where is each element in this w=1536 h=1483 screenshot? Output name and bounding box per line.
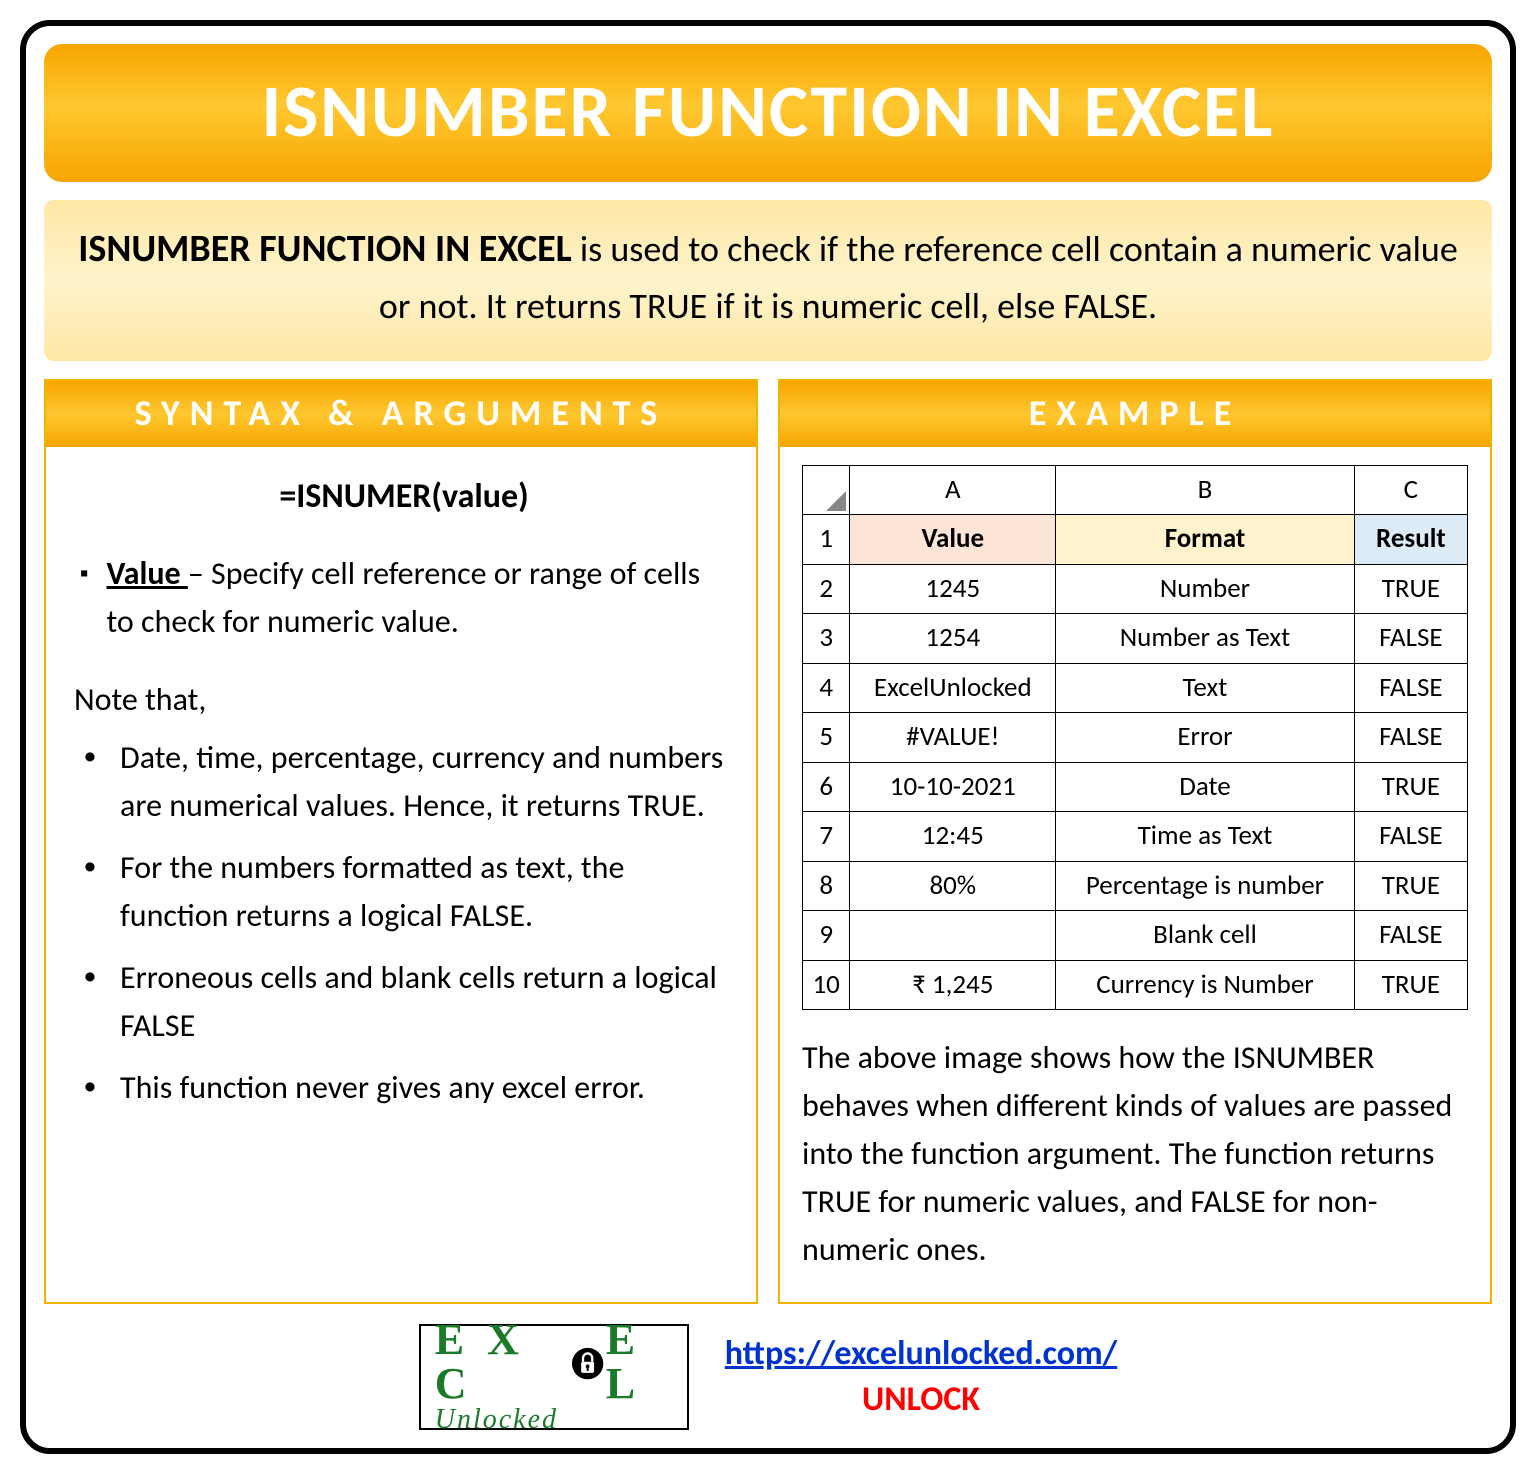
lock-icon — [571, 1344, 604, 1380]
cell: TRUE — [1354, 861, 1467, 911]
list-item: • Date, time, percentage, currency and nu… — [80, 734, 728, 830]
select-all-corner — [803, 465, 850, 515]
syntax-header: SYNTAX & ARGUMENTS — [46, 381, 756, 447]
cell: 10-10-2021 — [850, 762, 1056, 812]
cell-header-format: Format — [1056, 515, 1355, 565]
table-row: 9 Blank cell FALSE — [803, 911, 1468, 961]
row-header: 8 — [803, 861, 850, 911]
note-text: For the numbers formatted as text, the f… — [120, 844, 728, 940]
row-header: 3 — [803, 614, 850, 664]
col-header-c: C — [1354, 465, 1467, 515]
page-title: ISNUMBER FUNCTION IN EXCEL — [54, 66, 1482, 156]
cell: ₹ 1,245 — [850, 960, 1056, 1010]
cell-header-value: Value — [850, 515, 1056, 565]
table-row: 7 12:45 Time as Text FALSE — [803, 812, 1468, 862]
syntax-body: =ISNUMER(value) ▪ Value – Specify cell r… — [46, 447, 756, 1154]
note-text: Date, time, percentage, currency and num… — [120, 734, 728, 830]
syntax-formula: =ISNUMER(value) — [80, 471, 728, 522]
intro-bold: ISNUMBER FUNCTION IN EXCEL — [78, 226, 571, 272]
unlock-text: UNLOCK — [725, 1377, 1118, 1423]
cell — [850, 911, 1056, 961]
table-row: 6 10-10-2021 Date TRUE — [803, 762, 1468, 812]
row-header: 6 — [803, 762, 850, 812]
argument-text: Value – Specify cell reference or range … — [107, 550, 729, 646]
website-link[interactable]: https://excelunlocked.com/ — [725, 1333, 1118, 1374]
argument-name: Value — [107, 554, 188, 593]
cell: Currency is Number — [1056, 960, 1355, 1010]
cell: Error — [1056, 713, 1355, 763]
title-banner: ISNUMBER FUNCTION IN EXCEL — [44, 44, 1492, 182]
cell: 80% — [850, 861, 1056, 911]
cell: Time as Text — [1056, 812, 1355, 862]
table-row: A B C — [803, 465, 1468, 515]
cell-header-result: Result — [1354, 515, 1467, 565]
row-header: 4 — [803, 663, 850, 713]
table-row: 4 ExcelUnlocked Text FALSE — [803, 663, 1468, 713]
table-row: 8 80% Percentage is number TRUE — [803, 861, 1468, 911]
cell: FALSE — [1354, 614, 1467, 664]
example-description: The above image shows how the ISNUMBER b… — [802, 1034, 1468, 1274]
intro-banner: ISNUMBER FUNCTION IN EXCEL is used to ch… — [44, 200, 1492, 361]
table-row: 3 1254 Number as Text FALSE — [803, 614, 1468, 664]
cell: 12:45 — [850, 812, 1056, 862]
cell: FALSE — [1354, 812, 1467, 862]
footer-links: https://excelunlocked.com/ UNLOCK — [725, 1331, 1118, 1423]
bullet-dot-icon: • — [80, 844, 100, 881]
cell: 1245 — [850, 564, 1056, 614]
col-header-a: A — [850, 465, 1056, 515]
cell: Percentage is number — [1056, 861, 1355, 911]
bullet-dot-icon: • — [80, 734, 100, 771]
bullet-dot-icon: • — [80, 1064, 100, 1101]
cell: Text — [1056, 663, 1355, 713]
row-header: 2 — [803, 564, 850, 614]
row-header: 1 — [803, 515, 850, 565]
note-list: • Date, time, percentage, currency and nu… — [80, 734, 728, 1112]
example-body: A B C 1 Value Format Result 2 1245 Numbe… — [780, 447, 1490, 1303]
row-header: 7 — [803, 812, 850, 862]
bullet-square-icon: ▪ — [80, 550, 89, 589]
cell: FALSE — [1354, 713, 1467, 763]
bullet-dot-icon: • — [80, 954, 100, 991]
example-table: A B C 1 Value Format Result 2 1245 Numbe… — [802, 465, 1468, 1011]
table-row: 2 1245 Number TRUE — [803, 564, 1468, 614]
cell: Date — [1056, 762, 1355, 812]
brand-logo: E X C E L Unlocked — [419, 1324, 689, 1430]
list-item: • Erroneous cells and blank cells return … — [80, 954, 728, 1050]
example-column: EXAMPLE A B C 1 Value Format Result — [778, 379, 1492, 1305]
cell: ExcelUnlocked — [850, 663, 1056, 713]
argument-row: ▪ Value – Specify cell reference or rang… — [80, 550, 728, 646]
list-item: • This function never gives any excel err… — [80, 1064, 728, 1112]
infographic-card: ISNUMBER FUNCTION IN EXCEL ISNUMBER FUNC… — [20, 20, 1516, 1454]
cell: FALSE — [1354, 911, 1467, 961]
note-text: This function never gives any excel erro… — [120, 1064, 728, 1112]
syntax-column: SYNTAX & ARGUMENTS =ISNUMER(value) ▪ Val… — [44, 379, 758, 1305]
col-header-b: B — [1056, 465, 1355, 515]
row-header: 9 — [803, 911, 850, 961]
cell: Blank cell — [1056, 911, 1355, 961]
cell: TRUE — [1354, 564, 1467, 614]
cell: Number — [1056, 564, 1355, 614]
argument-desc: – Specify cell reference or range of cel… — [107, 554, 701, 641]
cell: 1254 — [850, 614, 1056, 664]
list-item: • For the numbers formatted as text, the … — [80, 844, 728, 940]
cell: Number as Text — [1056, 614, 1355, 664]
note-text: Erroneous cells and blank cells return a… — [120, 954, 728, 1050]
note-heading: Note that, — [74, 676, 728, 724]
table-row: 5 #VALUE! Error FALSE — [803, 713, 1468, 763]
footer: E X C E L Unlocked https://excelunlocked… — [44, 1324, 1492, 1430]
row-header: 10 — [803, 960, 850, 1010]
row-header: 5 — [803, 713, 850, 763]
logo-bottom-text: Unlocked — [435, 1404, 687, 1436]
cell: FALSE — [1354, 663, 1467, 713]
table-row: 1 Value Format Result — [803, 515, 1468, 565]
logo-top-text: E X C E L — [435, 1318, 687, 1406]
cell: #VALUE! — [850, 713, 1056, 763]
columns: SYNTAX & ARGUMENTS =ISNUMER(value) ▪ Val… — [44, 379, 1492, 1305]
table-row: 10 ₹ 1,245 Currency is Number TRUE — [803, 960, 1468, 1010]
example-header: EXAMPLE — [780, 381, 1490, 447]
cell: TRUE — [1354, 762, 1467, 812]
cell: TRUE — [1354, 960, 1467, 1010]
